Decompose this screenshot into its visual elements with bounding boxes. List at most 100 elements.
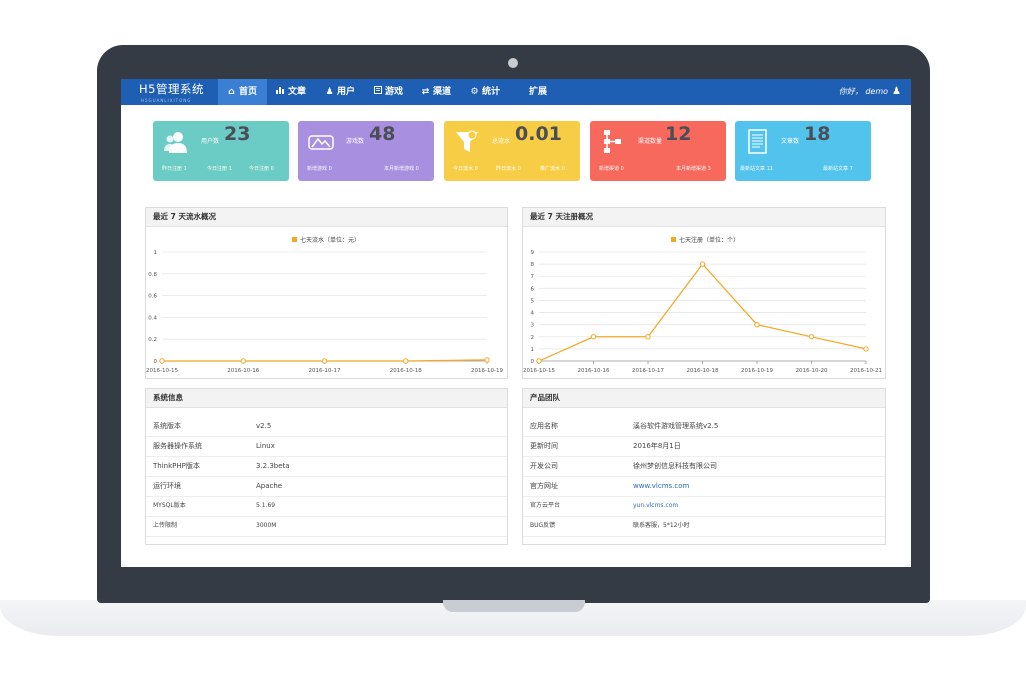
screen: H5管理系统 H5GUANLIXITONG ⌂ 首页 文章 ♟ 用户 游戏 ⇄ 渠道 … — [121, 79, 911, 567]
x-tick-label: 2016-10-18 — [687, 368, 719, 374]
info-value: 徐州梦创信息科技有限公司 — [633, 462, 717, 470]
nav-item-users[interactable]: ♟ 用户 — [324, 79, 355, 105]
stat-card-revenue[interactable]: 总流水 0.01 今日流水 0 昨日流水 0 推广流水 0 — [444, 121, 580, 181]
stat-card-users[interactable]: 用户数 23 昨日注册 1 今日注册 1 今日注册 0 — [153, 121, 289, 181]
stat-card-articles[interactable]: 文章数 18 最新站文章 11 最新站文章 7 — [735, 121, 871, 181]
nav-item-games[interactable]: 游戏 — [372, 79, 403, 105]
x-tick-label: 2016-10-17 — [632, 368, 664, 374]
card-label: 文章数 — [781, 138, 800, 145]
y-tick-label: 1 — [154, 250, 158, 256]
greeting-text: 你好， demo — [838, 87, 889, 96]
users-icon — [164, 132, 187, 153]
laptop-notch — [443, 600, 585, 612]
card-sub-right: 本月新增游戏 0 — [384, 166, 419, 172]
brand-logo[interactable]: H5管理系统 H5GUANLIXITONG — [135, 81, 220, 105]
official-site-link[interactable]: www.vlcms.com — [633, 476, 689, 496]
info-key: 官方云平台 — [530, 502, 561, 509]
info-key: 系统版本 — [153, 422, 181, 430]
info-row: 系统版本 v2.5 — [146, 416, 507, 437]
document-icon — [748, 129, 767, 154]
home-icon: ⌂ — [228, 87, 235, 97]
data-point — [321, 358, 328, 364]
registration-chart-panel: 最近 7 天注册概况 七天注册（单位：个） 0 1 2 3 4 5 6 7 8 9 2016-10-1… — [522, 207, 886, 379]
y-tick-label: 7 — [531, 274, 535, 280]
info-row: MYSQL版本 5.1.69 — [146, 496, 507, 517]
x-tick-label: 2016-10-20 — [796, 368, 828, 374]
info-key: 上传限制 — [153, 522, 178, 529]
card-sub-left: 昨日注册 1 — [162, 166, 187, 172]
info-value: 3000M — [256, 522, 277, 529]
info-row: 运行环境 Apache — [146, 476, 507, 497]
nav-item-extend[interactable]: 扩展 — [529, 79, 547, 105]
info-row: BUG反馈 联系客服，5*12小时 — [523, 516, 885, 537]
card-label: 渠道数量 — [638, 138, 663, 145]
card-value: 18 — [804, 123, 831, 145]
x-tick-label: 2016-10-19 — [741, 368, 773, 374]
nav-item-channels[interactable]: ⇄ 渠道 — [420, 79, 451, 105]
cloud-platform-link[interactable]: yun.vlcms.com — [633, 496, 678, 516]
y-tick-label: 0 — [531, 359, 535, 365]
info-key: ThinkPHP版本 — [153, 462, 200, 470]
legend-swatch — [292, 237, 297, 242]
info-row: ThinkPHP版本 3.2.3beta — [146, 456, 507, 477]
panel-title: 产品团队 — [523, 389, 885, 408]
stat-card-channels[interactable]: 渠道数量 12 新增渠道 0 本月新增渠道 3 — [590, 121, 726, 181]
system-info-panel: 系统信息 系统版本 v2.5 服务器操作系统 Linux ThinkPHP版本 3.2… — [145, 388, 508, 545]
user-menu[interactable]: 你好， demo ♟ — [839, 79, 901, 105]
panel-title: 最近 7 天注册概况 — [523, 208, 885, 227]
card-sub-left: 新增渠道 0 — [599, 166, 624, 172]
legend-label: 七天注册（单位：个） — [679, 236, 739, 244]
card-sub-right: 推广流水 0 — [540, 166, 565, 172]
info-value: 3.2.3beta — [256, 462, 290, 470]
y-tick-label: 0 — [154, 359, 158, 365]
data-point — [240, 358, 246, 364]
x-tick-label: 2016-10-16 — [578, 368, 610, 374]
nav-item-label: 渠道 — [433, 87, 452, 97]
info-row: 开发公司 徐州梦创信息科技有限公司 — [523, 456, 885, 477]
book-icon — [372, 79, 383, 105]
nav-item-label: 扩展 — [529, 87, 548, 97]
brand-title: H5管理系统 — [139, 82, 204, 96]
brand-subtitle: H5GUANLIXITONG — [141, 98, 192, 103]
camera-icon — [508, 58, 518, 68]
game-controller-icon — [308, 135, 334, 150]
data-point — [159, 358, 165, 364]
user-icon: ♟ — [892, 86, 901, 97]
data-point — [536, 358, 542, 364]
info-value: 5.1.69 — [256, 502, 276, 509]
nav-item-home[interactable]: ⌂ 首页 — [218, 79, 267, 105]
nav-item-label: 文章 — [288, 87, 307, 97]
info-row: 官方网址 www.vlcms.com — [523, 476, 885, 497]
info-row: 应用名称 溪谷软件游戏管理系统v2.5 — [523, 416, 885, 437]
card-sub-right: 最新站文章 7 — [823, 166, 853, 172]
info-value: 2016年8月1日 — [633, 442, 681, 450]
card-sub-left: 新增游戏 0 — [307, 166, 332, 172]
info-key: 运行环境 — [153, 482, 181, 490]
data-point — [754, 321, 760, 328]
card-value: 0.01 — [515, 123, 562, 145]
info-key: 服务器操作系统 — [153, 442, 202, 450]
stat-card-games[interactable]: 游戏数 48 新增游戏 0 本月新增游戏 0 — [298, 121, 434, 181]
info-row: 官方云平台 yun.vlcms.com — [523, 496, 885, 517]
info-key: 更新时间 — [530, 442, 558, 450]
card-label: 总流水 — [492, 138, 511, 145]
flow-chart-panel: 最近 7 天流水概况 七天流水（单位：元） 0 0.2 0.4 0.6 0.8 1 2016-… — [145, 207, 508, 379]
info-key: 开发公司 — [530, 462, 558, 470]
data-point — [645, 334, 651, 340]
nav-item-articles[interactable]: 文章 — [275, 79, 306, 105]
info-row: 更新时间 2016年8月1日 — [523, 436, 885, 457]
x-tick-label: 2016-10-19 — [471, 368, 503, 374]
card-sub-right: 今日注册 0 — [249, 166, 274, 172]
funnel-icon — [456, 130, 478, 152]
y-tick-label: 9 — [531, 250, 535, 256]
flow-chart: 七天流水（单位：元） 0 0.2 0.4 0.6 0.8 1 2016-10-15 2016-1… — [146, 236, 503, 374]
y-tick-label: 1 — [531, 347, 535, 353]
legend-label: 七天流水（单位：元） — [300, 236, 360, 244]
y-tick-label: 0.8 — [148, 272, 157, 278]
legend-swatch — [671, 237, 676, 242]
data-point — [863, 346, 869, 352]
info-row: 服务器操作系统 Linux — [146, 436, 507, 457]
nav-item-stats[interactable]: ⚙ 统计 — [469, 79, 500, 105]
nav-item-label: 游戏 — [385, 87, 404, 97]
data-point — [590, 334, 597, 340]
